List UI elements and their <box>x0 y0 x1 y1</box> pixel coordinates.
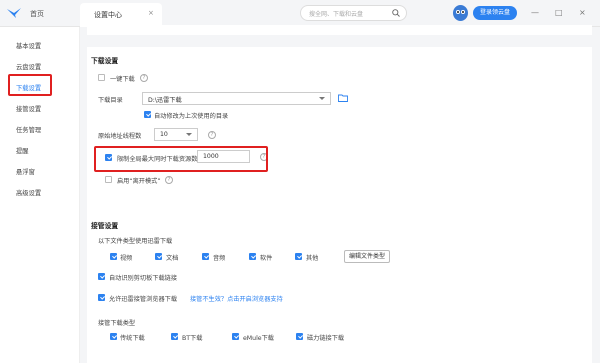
file-types-label: 以下文件类型使用迅雷下载 <box>98 238 173 245</box>
title-bar: 首页 设置中心 × 搜全网、下载和云盘 登录领云盘 — □ × <box>0 0 600 27</box>
login-cloud-button[interactable]: 登录领云盘 <box>473 6 517 20</box>
sidebar-item-basic[interactable]: 基本设置 <box>16 41 41 50</box>
type-software-label: 软件 <box>260 255 273 262</box>
type-doc-label: 文档 <box>166 255 179 262</box>
dl-magnet-checkbox[interactable] <box>296 333 303 340</box>
dl-traditional-label: 传统下载 <box>120 335 145 342</box>
download-type-label: 接管下载类型 <box>98 320 136 327</box>
chevron-down-icon <box>186 133 192 136</box>
one-click-help-icon[interactable]: ? <box>140 73 148 82</box>
takeover-section-title: 接管设置 <box>91 222 119 230</box>
one-click-download-label: 一键下载 <box>110 76 135 83</box>
offline-mode-label: 启用“离开模式” <box>117 178 161 185</box>
sidebar-item-floating[interactable]: 悬浮窗 <box>16 167 35 176</box>
clipboard-detect-checkbox[interactable] <box>98 273 105 280</box>
download-dir-value: D:\迅雷下载 <box>148 97 182 104</box>
type-video-checkbox[interactable] <box>110 253 117 260</box>
takeover-settings-card: 接管设置 以下文件类型使用迅雷下载 视频 文档 音频 软件 其他 编辑文件类型 … <box>87 212 592 363</box>
download-dir-select[interactable]: D:\迅雷下载 <box>142 92 331 105</box>
sidebar-item-cloud[interactable]: 云盘设置 <box>16 62 41 71</box>
type-software-checkbox[interactable] <box>249 253 256 260</box>
sidebar-item-takeover[interactable]: 接管设置 <box>16 104 41 113</box>
sidebar-item-reminder[interactable]: 提醒 <box>16 146 29 155</box>
search-input[interactable]: 搜全网、下载和云盘 <box>300 5 407 21</box>
browser-takeover-checkbox[interactable] <box>98 294 105 301</box>
offline-help-icon[interactable]: ? <box>165 176 173 184</box>
thunder-logo-icon[interactable] <box>6 7 22 19</box>
dl-traditional-checkbox[interactable] <box>110 333 117 340</box>
type-audio-label: 音频 <box>213 255 226 262</box>
search-icon[interactable] <box>392 9 400 17</box>
auto-modify-dir-checkbox[interactable] <box>144 111 151 118</box>
clipboard-detect-label: 自动识别剪切板下载链接 <box>109 275 178 282</box>
dl-emule-checkbox[interactable] <box>232 333 239 340</box>
minimize-icon[interactable]: — <box>531 8 539 17</box>
cloud-card-fragment <box>87 25 592 35</box>
one-click-download-checkbox[interactable] <box>98 74 105 81</box>
download-dir-label: 下载目录 <box>98 97 123 104</box>
dl-bt-checkbox[interactable] <box>171 333 178 340</box>
sidebar-item-tasks[interactable]: 任务管理 <box>16 125 41 134</box>
threads-value: 10 <box>160 131 168 138</box>
chevron-down-icon <box>319 97 325 100</box>
type-video-label: 视频 <box>120 255 133 262</box>
dl-bt-label: BT下载 <box>182 335 203 342</box>
sidebar-item-advanced[interactable]: 高级设置 <box>16 188 41 197</box>
tab-settings-label: 设置中心 <box>94 11 122 19</box>
threads-help-icon[interactable]: ? <box>208 131 216 139</box>
home-tab-label[interactable]: 首页 <box>30 9 44 19</box>
tab-close-icon[interactable]: × <box>148 9 154 17</box>
download-settings-card: 下载设置 一键下载 ? 下载目录 D:\迅雷下载 自动修改为上次使用的目录 原始… <box>87 47 592 225</box>
edit-file-types-button[interactable]: 编辑文件类型 <box>344 250 390 263</box>
search-placeholder: 搜全网、下载和云盘 <box>309 11 364 18</box>
settings-main: 下载设置 一键下载 ? 下载目录 D:\迅雷下载 自动修改为上次使用的目录 原始… <box>80 25 600 363</box>
folder-icon[interactable] <box>338 94 348 102</box>
tab-settings-center[interactable]: 设置中心 × <box>80 3 162 27</box>
browser-takeover-label: 允许迅雷接管浏览器下载 <box>109 296 178 303</box>
type-other-label: 其他 <box>306 255 319 262</box>
close-window-icon[interactable]: × <box>579 8 586 17</box>
threads-select[interactable]: 10 <box>154 128 198 141</box>
type-audio-checkbox[interactable] <box>202 253 209 260</box>
limit-highlight-box <box>94 146 268 172</box>
browser-support-link[interactable]: 接管不生效？点击开启浏览器支持 <box>190 294 283 303</box>
auto-modify-dir-label: 自动修改为上次使用的目录 <box>154 113 229 120</box>
dl-emule-label: eMule下载 <box>243 335 274 342</box>
offline-mode-checkbox[interactable] <box>105 176 112 183</box>
threads-label: 原始地址线程数 <box>98 133 142 140</box>
sidebar-highlight-box <box>8 74 52 96</box>
avatar[interactable] <box>453 5 468 21</box>
download-section-title: 下载设置 <box>91 57 119 65</box>
dl-magnet-label: 磁力链接下载 <box>307 335 345 342</box>
type-other-checkbox[interactable] <box>295 253 302 260</box>
maximize-icon[interactable]: □ <box>555 8 563 17</box>
type-doc-checkbox[interactable] <box>155 253 162 260</box>
